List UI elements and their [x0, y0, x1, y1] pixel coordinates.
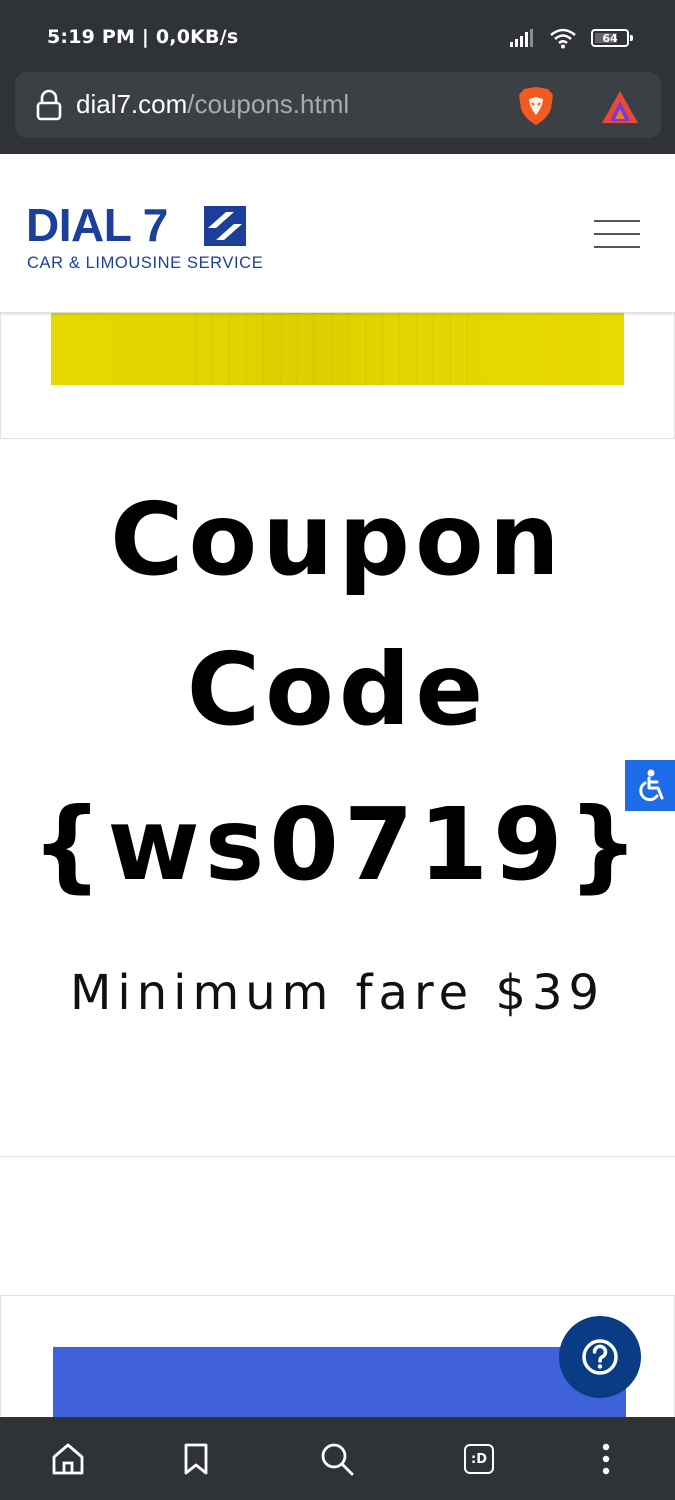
blue-banner-image	[53, 1347, 626, 1427]
tabs-icon: :D	[464, 1444, 494, 1474]
battery-level: 64	[602, 31, 618, 45]
brave-shield-icon[interactable]	[517, 85, 555, 127]
coupon-code: {ws0719}	[31, 786, 644, 903]
coupon-heading-line1: Coupon	[110, 481, 565, 598]
brave-rewards-icon[interactable]	[600, 89, 640, 125]
logo-subtitle: CAR & LIMOUSINE SERVICE	[27, 254, 264, 272]
yellow-banner-texture	[180, 313, 480, 385]
help-button[interactable]	[559, 1316, 641, 1398]
browser-toolbar: dial7.com/coupons.html 1	[0, 72, 675, 182]
hamburger-menu-icon[interactable]	[594, 220, 640, 250]
more-button[interactable]	[586, 1439, 626, 1479]
site-header: DIAL 7 CAR & LIMOUSINE SERVICE	[0, 154, 675, 312]
status-bar: 5:19 PM | 0,0KB/s 64	[0, 0, 675, 72]
search-button[interactable]	[317, 1439, 357, 1479]
url-domain: dial7.com	[76, 89, 188, 119]
home-icon	[52, 1443, 84, 1475]
help-icon	[582, 1339, 618, 1375]
status-icons: 64	[509, 24, 633, 52]
home-button[interactable]	[48, 1439, 88, 1479]
tabs-button[interactable]: :D	[459, 1439, 499, 1479]
status-time: 5:19 PM | 0,0KB/s	[47, 26, 239, 48]
logo-title[interactable]: DIAL 7	[26, 202, 168, 248]
accessibility-icon	[639, 769, 664, 801]
url-text[interactable]: dial7.com/coupons.html	[76, 89, 349, 120]
url-path: /coupons.html	[187, 89, 350, 119]
battery-icon: 64	[591, 29, 633, 47]
address-bar[interactable]: dial7.com/coupons.html	[15, 72, 661, 138]
signal-icon	[510, 29, 533, 47]
search-icon	[321, 1443, 354, 1476]
lock-icon	[36, 89, 62, 121]
bookmark-icon	[184, 1443, 208, 1475]
bookmark-button[interactable]	[176, 1439, 216, 1479]
logo-mark-icon	[204, 206, 246, 246]
accessibility-button[interactable]	[625, 760, 675, 811]
more-icon	[602, 1443, 610, 1475]
section-divider	[0, 1156, 675, 1157]
tabs-label: :D	[471, 1451, 487, 1467]
coupon-heading-line2: Code	[186, 631, 489, 748]
wifi-icon	[550, 28, 576, 49]
minimum-fare-text: Minimum fare $39	[69, 965, 606, 1021]
browser-bottom-bar: :D	[0, 1417, 675, 1500]
